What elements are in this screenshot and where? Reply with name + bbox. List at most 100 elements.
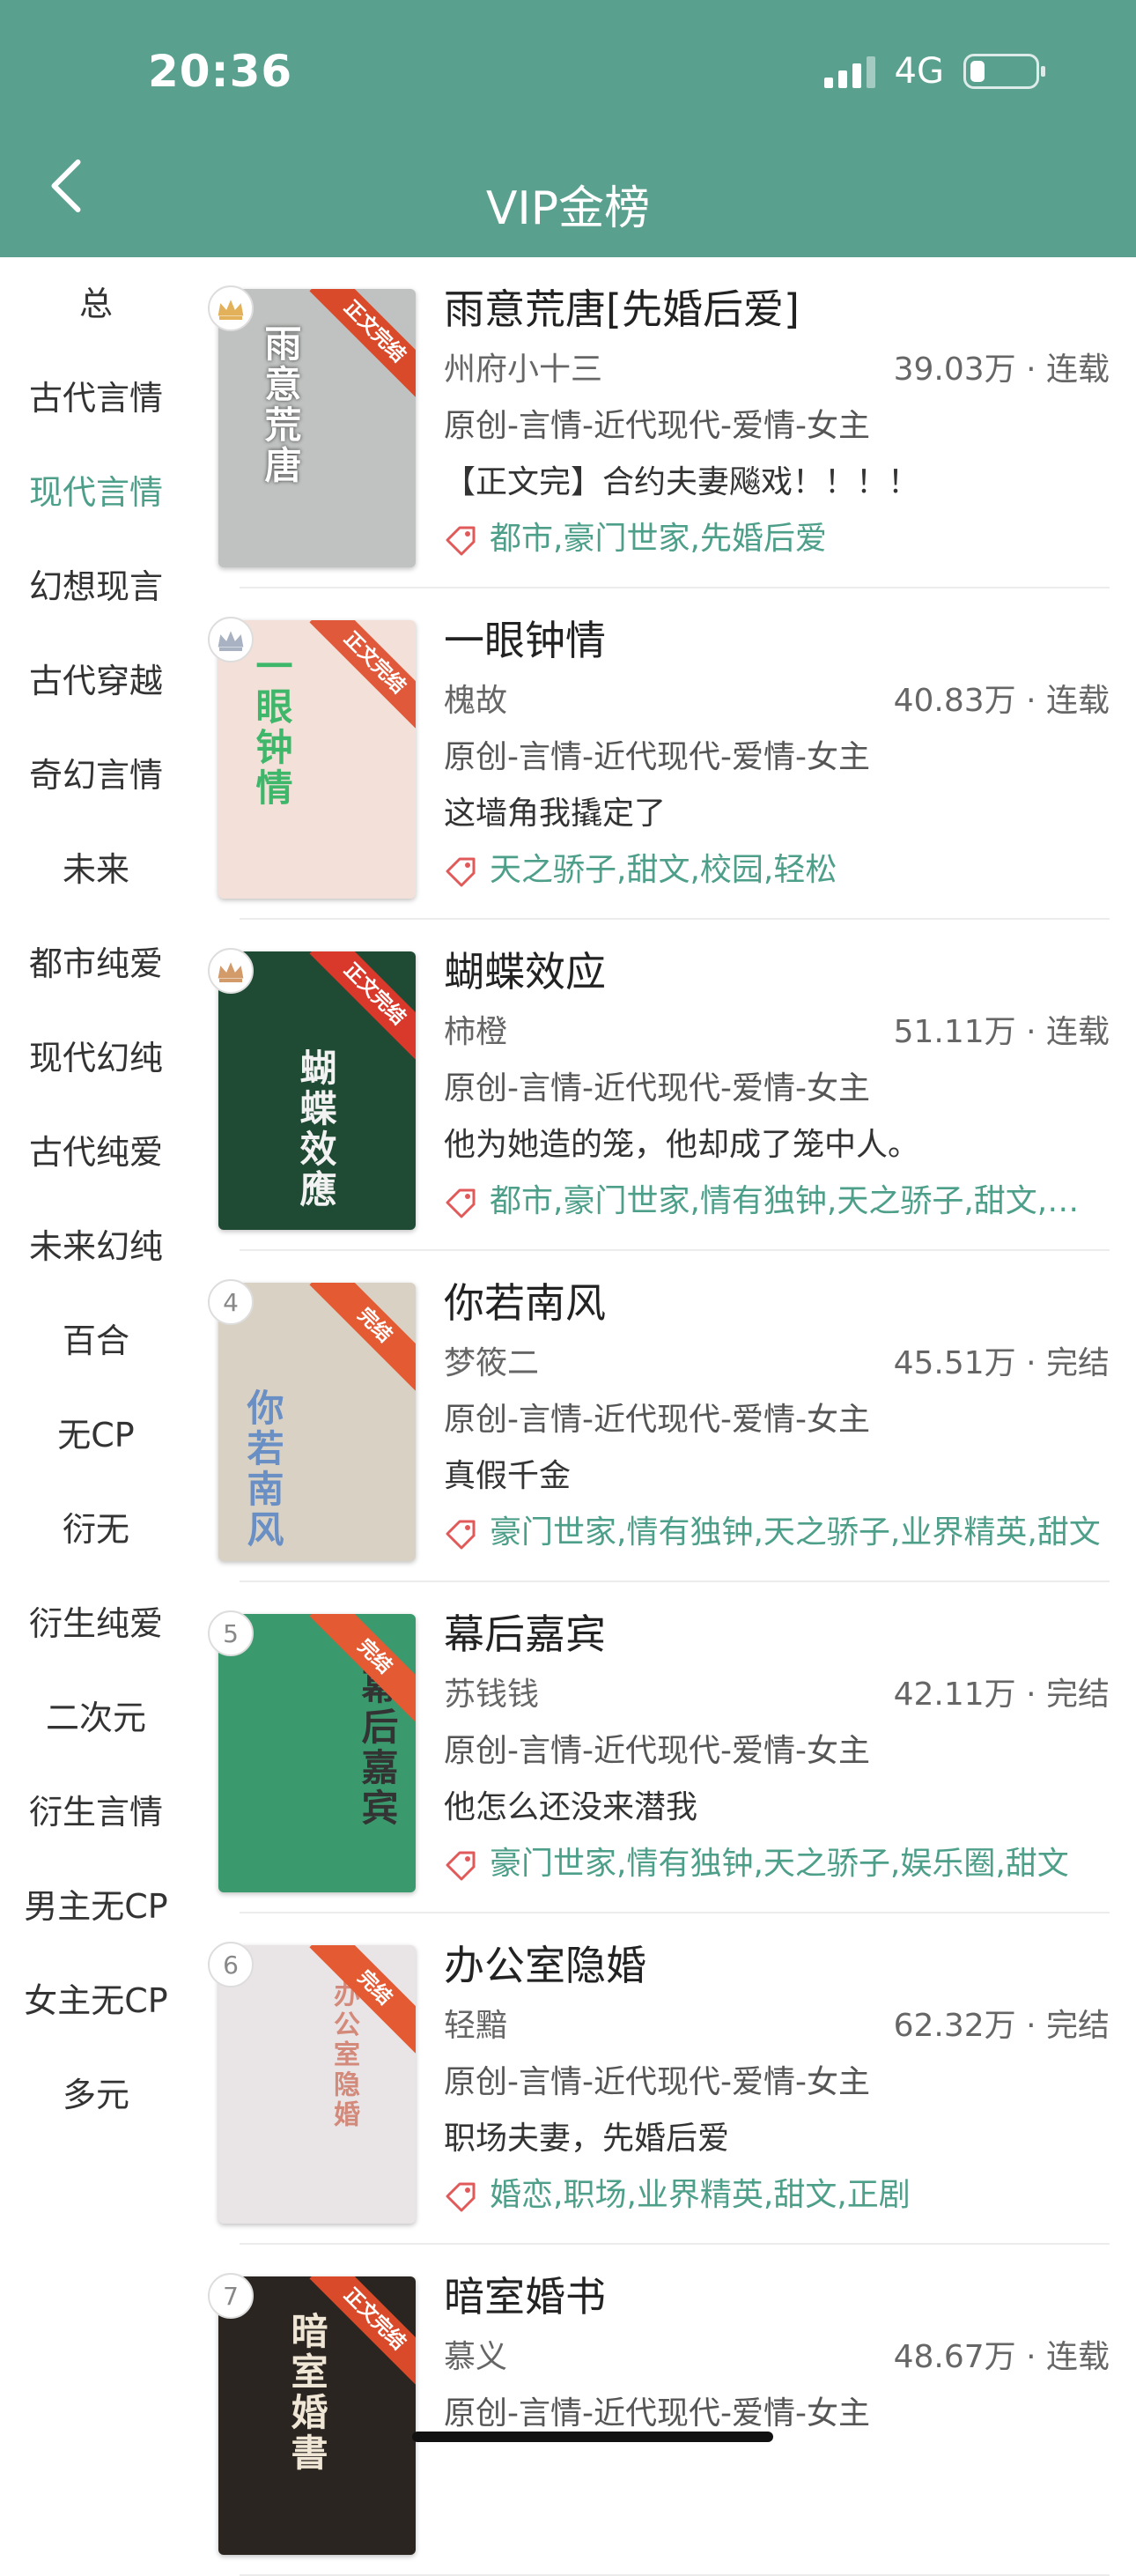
book-title[interactable]: 雨意荒唐[先婚后爱]: [444, 277, 1110, 342]
crown-icon: [217, 628, 245, 651]
author-row: 梦筱二 45.51万 · 完结: [444, 1336, 1110, 1392]
book-cover[interactable]: 办公室隐婚 完结: [218, 1945, 416, 2224]
tag-list: 天之骄子,甜文,校园,轻松: [490, 852, 837, 888]
book-author[interactable]: 慕义: [444, 2329, 507, 2386]
network-type: 4G: [894, 51, 944, 92]
book-author[interactable]: 柿橙: [444, 1004, 507, 1061]
sidebar-item-17[interactable]: 男主无CP: [0, 1860, 192, 1954]
sidebar-item-12[interactable]: 无CP: [0, 1388, 192, 1483]
sidebar-item-18[interactable]: 女主无CP: [0, 1954, 192, 2048]
book-cover[interactable]: 暗室婚書 正文完结: [218, 2276, 416, 2555]
book-cover[interactable]: 一眼钟情 正文完结: [218, 620, 416, 899]
sidebar-item-2[interactable]: 现代言情: [0, 446, 192, 540]
rank-badge: 4: [208, 1279, 254, 1325]
word-count-status: 39.03万 · 连载: [893, 352, 1110, 388]
tag-icon: [446, 2182, 476, 2212]
book-list-item[interactable]: 蝴蝶效應 正文完结 蝴蝶效应 柿橙 51.11万 · 连载 原创-言情-近代现代-爱情-女…: [204, 920, 1136, 1251]
rank-number: 5: [223, 1618, 239, 1648]
rank-badge: [208, 617, 254, 663]
rank-number: 4: [223, 1287, 239, 1317]
book-list-item[interactable]: 6 办公室隐婚 完结 办公室隐婚 轻黯 62.32万 · 完结 原创-言情-近代现代-爱情-…: [204, 1913, 1136, 2245]
sidebar-item-15[interactable]: 二次元: [0, 1671, 192, 1765]
book-title[interactable]: 办公室隐婚: [444, 1933, 1110, 1998]
book-genre: 原创-言情-近代现代-爱情-女主: [444, 1733, 870, 1769]
book-intro: 真假千金: [444, 1458, 572, 1494]
book-list-item[interactable]: 雨意荒唐 正文完结 雨意荒唐[先婚后爱] 州府小十三 39.03万 · 连载 原创-言情-…: [204, 257, 1136, 588]
rank-badge: [208, 285, 254, 331]
book-list-item[interactable]: 7 暗室婚書 正文完结 暗室婚书 慕义 48.67万 · 连载 原创-言情-近代现代-爱情-…: [204, 2245, 1136, 2576]
book-tags: 都市,豪门世家,先婚后爱: [444, 511, 1110, 567]
sidebar-item-4[interactable]: 古代穿越: [0, 634, 192, 729]
top-bar: 20:36 4G VIP金榜: [0, 0, 1136, 257]
tag-icon: [446, 526, 476, 556]
status-ribbon: 完结: [309, 1283, 416, 1391]
book-intro: 这墙角我撬定了: [444, 796, 667, 832]
book-list-item[interactable]: 5 幕后嘉宾 完结 幕后嘉宾 苏钱钱 42.11万 · 完结原创-言情-近代现代-爱情-女…: [204, 1582, 1136, 1913]
author-row: 慕义 48.67万 · 连载: [444, 2329, 1110, 2386]
word-count-status: 62.32万 · 完结: [893, 2008, 1110, 2044]
book-author[interactable]: 苏钱钱: [444, 1667, 539, 1723]
book-title[interactable]: 一眼钟情: [444, 608, 1110, 673]
book-genre: 原创-言情-近代现代-爱情-女主: [444, 2064, 870, 2100]
book-cover[interactable]: 你若南风 完结: [218, 1283, 416, 1561]
book-tags: 豪门世家,情有独钟,天之骄子,娱乐圈,甜文: [444, 1836, 1110, 1892]
tag-list: 豪门世家,情有独钟,天之骄子,业界精英,甜文: [490, 1514, 1101, 1551]
tag-list: 都市,豪门世家,情有独钟,天之骄子,甜文,轻松: [490, 1183, 1110, 1219]
book-cover[interactable]: 蝴蝶效應 正文完结: [218, 951, 416, 1230]
tag-list: 婚恋,职场,业界精英,甜文,正剧: [490, 2177, 911, 2213]
cover-title: 雨意荒唐: [259, 324, 302, 486]
word-count-status: 48.67万 · 连载: [893, 2339, 1110, 2375]
rank-number: 7: [223, 2281, 239, 2311]
sidebar-item-6[interactable]: 未来: [0, 823, 192, 917]
sidebar-item-0[interactable]: 总: [0, 257, 192, 352]
sidebar-item-13[interactable]: 衍无: [0, 1483, 192, 1577]
book-author[interactable]: 槐故: [444, 673, 507, 729]
cover-title: 一眼钟情: [250, 647, 293, 809]
book-title[interactable]: 幕后嘉宾: [444, 1602, 1110, 1667]
author-row: 州府小十三 39.03万 · 连载: [444, 342, 1110, 398]
author-row: 槐故 40.83万 · 连载: [444, 673, 1110, 729]
book-info: 你若南风 梦筱二 45.51万 · 完结 原创-言情-近代现代-爱情-女主 真假千金 豪门…: [444, 1270, 1110, 1561]
crown-icon: [217, 959, 245, 982]
book-author[interactable]: 轻黯: [444, 1998, 507, 2054]
book-info: 雨意荒唐[先婚后爱] 州府小十三 39.03万 · 连载 原创-言情-近代现代-爱情-…: [444, 277, 1110, 567]
tag-list: 都市,豪门世家,先婚后爱: [490, 521, 827, 557]
author-row: 柿橙 51.11万 · 连载: [444, 1004, 1110, 1061]
tag-icon: [446, 857, 476, 887]
book-intro: 他为她造的笼，他却成了笼中人。: [444, 1127, 920, 1163]
sidebar-item-9[interactable]: 古代纯爱: [0, 1106, 192, 1200]
rank-badge: [208, 948, 254, 994]
sidebar-item-14[interactable]: 衍生纯爱: [0, 1577, 192, 1671]
sidebar-item-1[interactable]: 古代言情: [0, 352, 192, 446]
sidebar-item-16[interactable]: 衍生言情: [0, 1765, 192, 1860]
book-title[interactable]: 暗室婚书: [444, 2264, 1110, 2329]
author-row: 苏钱钱 42.11万 · 完结: [444, 1667, 1110, 1723]
book-author[interactable]: 州府小十三: [444, 342, 602, 398]
book-title[interactable]: 你若南风: [444, 1270, 1110, 1336]
book-info: 一眼钟情 槐故 40.83万 · 连载 原创-言情-近代现代-爱情-女主 这墙角我撬定了…: [444, 608, 1110, 899]
tag-icon: [446, 1520, 476, 1550]
book-genre: 原创-言情-近代现代-爱情-女主: [444, 408, 870, 444]
sidebar-item-3[interactable]: 幻想现言: [0, 540, 192, 634]
book-intro: 【正文完】合约夫妻飚戏！！！！: [444, 464, 920, 500]
status-ribbon: 正文完结: [309, 289, 416, 397]
sidebar-item-5[interactable]: 奇幻言情: [0, 729, 192, 823]
book-info: 蝴蝶效应 柿橙 51.11万 · 连载 原创-言情-近代现代-爱情-女主 他为她造的笼，…: [444, 939, 1110, 1230]
sidebar-item-19[interactable]: 多元: [0, 2048, 192, 2143]
cover-title: 办公室隐婚: [328, 1980, 359, 2130]
sidebar-item-8[interactable]: 现代幻纯: [0, 1011, 192, 1106]
book-info: 幕后嘉宾 苏钱钱 42.11万 · 完结 原创-言情-近代现代-爱情-女主 他怎么还没来…: [444, 1602, 1110, 1892]
book-cover[interactable]: 雨意荒唐 正文完结: [218, 289, 416, 567]
cover-title: 蝴蝶效應: [294, 1048, 337, 1210]
rank-number: 6: [223, 1950, 239, 1980]
sidebar-item-11[interactable]: 百合: [0, 1294, 192, 1388]
sidebar-item-10[interactable]: 未来幻纯: [0, 1200, 192, 1294]
sidebar-item-7[interactable]: 都市纯爱: [0, 917, 192, 1011]
signal-icon: [823, 55, 875, 88]
author-row: 轻黯 62.32万 · 完结: [444, 1998, 1110, 2054]
book-cover[interactable]: 幕后嘉宾 完结: [218, 1614, 416, 1892]
book-list-item[interactable]: 4 你若南风 完结 你若南风 梦筱二 45.51万 · 完结 原创-言情-近代现代-爱情-女…: [204, 1251, 1136, 1582]
book-author[interactable]: 梦筱二: [444, 1336, 539, 1392]
book-title[interactable]: 蝴蝶效应: [444, 939, 1110, 1004]
book-list-item[interactable]: 一眼钟情 正文完结 一眼钟情 槐故 40.83万 · 连载 原创-言情-近代现代-爱情-女…: [204, 588, 1136, 920]
